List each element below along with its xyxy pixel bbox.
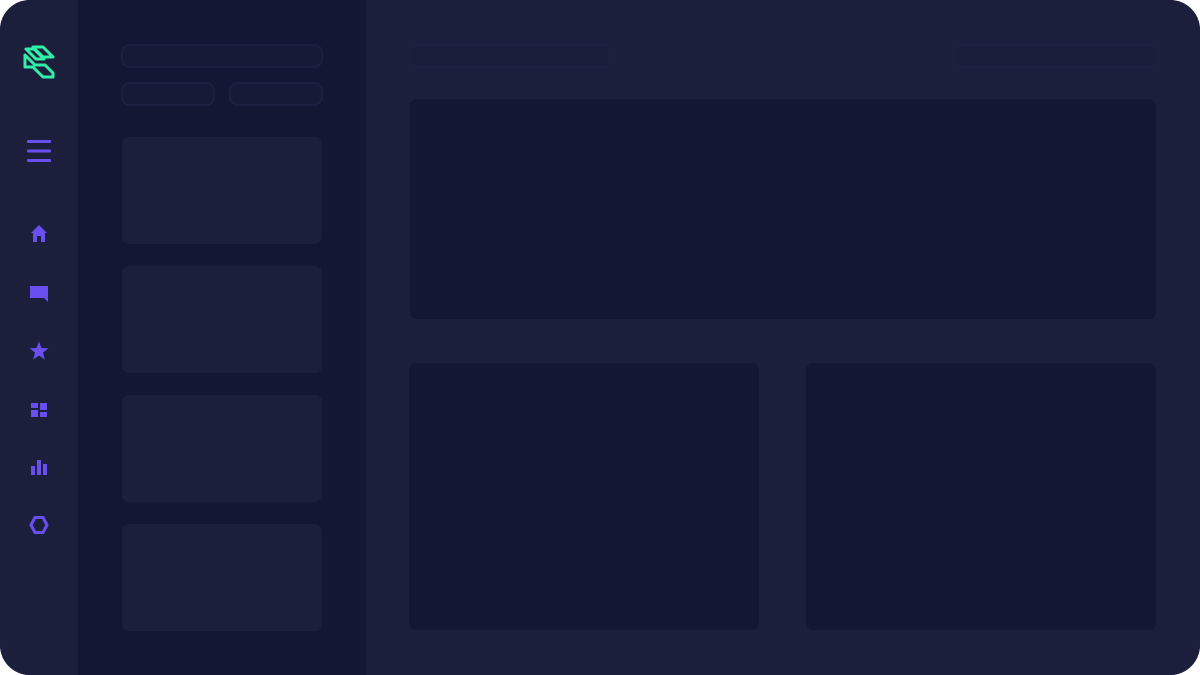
hexagon-icon[interactable] xyxy=(28,514,50,536)
dashboard-icon[interactable] xyxy=(28,399,50,421)
filter-chip-2[interactable] xyxy=(229,82,323,106)
list-search-placeholder xyxy=(123,46,124,47)
list-panel xyxy=(78,0,366,675)
content-panel-top xyxy=(410,99,1156,319)
list-card[interactable] xyxy=(122,137,322,244)
home-icon[interactable] xyxy=(28,223,50,245)
bar-chart-icon[interactable] xyxy=(28,456,50,478)
page-title-text xyxy=(411,46,412,47)
list-search-input[interactable] xyxy=(121,44,323,68)
s-logo-icon[interactable] xyxy=(22,44,56,80)
chat-icon[interactable] xyxy=(28,283,50,305)
page-title-placeholder xyxy=(409,44,611,68)
star-icon[interactable] xyxy=(28,340,50,362)
list-card[interactable] xyxy=(122,266,322,373)
filter-chip-1-label xyxy=(123,84,124,85)
icon-rail xyxy=(0,0,78,675)
app-window xyxy=(0,0,1200,675)
hamburger-menu-icon[interactable] xyxy=(27,138,51,164)
content-panel-bottom-left xyxy=(409,363,759,630)
filter-chip-2-label xyxy=(231,84,232,85)
list-card[interactable] xyxy=(122,395,322,502)
main-content xyxy=(366,0,1200,675)
filter-chip-1[interactable] xyxy=(121,82,215,106)
main-search-input[interactable] xyxy=(955,44,1157,68)
list-card[interactable] xyxy=(122,524,322,631)
content-panel-bottom-right xyxy=(806,363,1156,630)
main-search-placeholder xyxy=(957,46,958,47)
